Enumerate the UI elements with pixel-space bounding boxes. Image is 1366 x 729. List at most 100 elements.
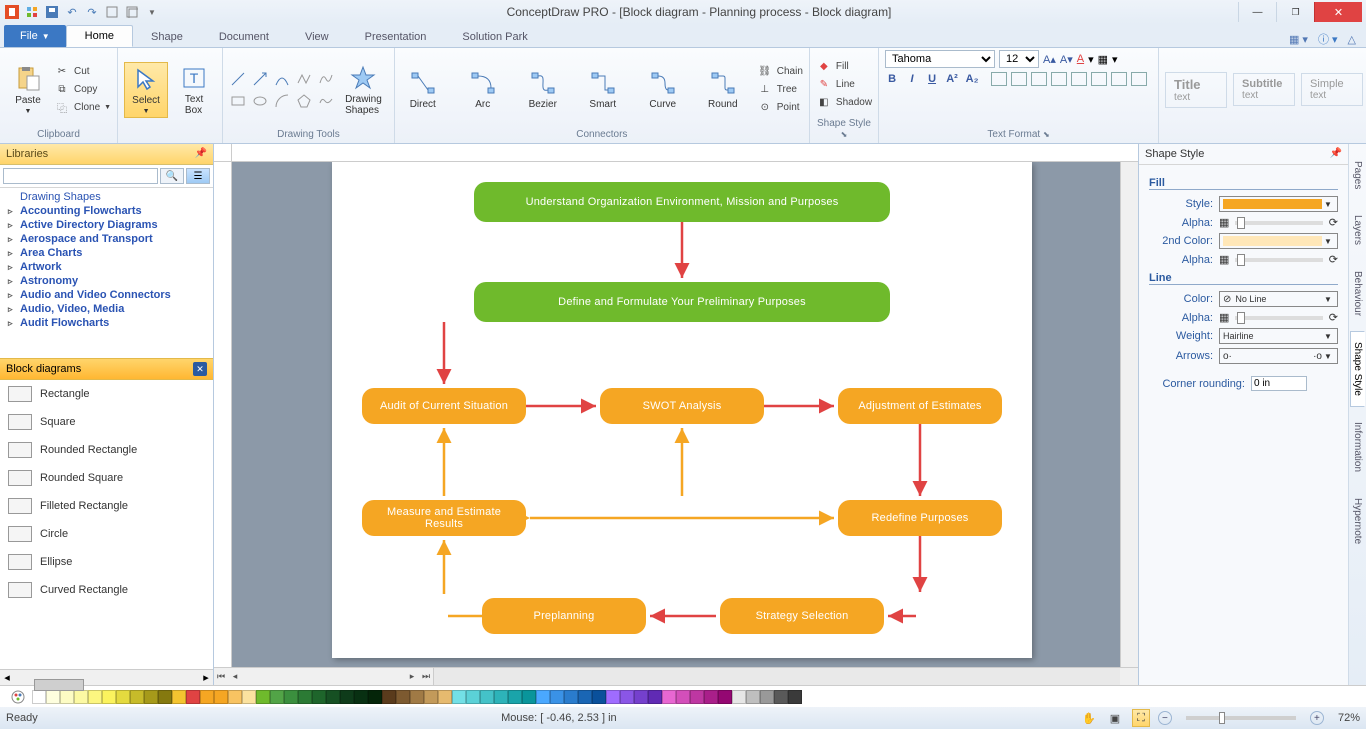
shape-library-item[interactable]: Filleted Rectangle (0, 492, 213, 520)
palette-color[interactable] (466, 690, 480, 704)
palette-color[interactable] (438, 690, 452, 704)
shadow-button[interactable]: ◧Shadow (816, 94, 872, 110)
library-tree-item[interactable]: Aerospace and Transport (0, 232, 213, 246)
palette-color[interactable] (732, 690, 746, 704)
point-button[interactable]: ⊙Point (757, 100, 803, 116)
align-justify-button[interactable] (1051, 72, 1067, 86)
palette-color[interactable] (242, 690, 256, 704)
palette-color[interactable] (494, 690, 508, 704)
diagram-block[interactable]: Redefine Purposes (838, 500, 1002, 536)
library-tree-item[interactable]: Area Charts (0, 246, 213, 260)
library-tree-item[interactable]: Active Directory Diagrams (0, 218, 213, 232)
align-left-button[interactable] (991, 72, 1007, 86)
palette-color[interactable] (774, 690, 788, 704)
reset-icon[interactable]: ⟳ (1329, 253, 1338, 266)
collapse-ribbon-icon[interactable]: △ (1348, 33, 1356, 46)
home-tab[interactable]: Home (66, 25, 133, 47)
palette-color[interactable] (410, 690, 424, 704)
bezier-connector-button[interactable]: Bezier (521, 67, 565, 112)
diagram-block[interactable]: Preplanning (482, 598, 646, 634)
underline-button[interactable]: U (925, 73, 939, 85)
polygon-tool-icon[interactable] (295, 92, 313, 110)
library-tree-item[interactable]: Audio and Video Connectors (0, 288, 213, 302)
palette-color[interactable] (676, 690, 690, 704)
palette-color[interactable] (396, 690, 410, 704)
library-tree-item[interactable]: Accounting Flowcharts (0, 204, 213, 218)
font-color-icon[interactable]: A (1077, 53, 1084, 65)
solution-tab[interactable]: Solution Park (444, 27, 545, 47)
title-text-style[interactable]: Titletext (1165, 72, 1227, 108)
palette-color[interactable] (270, 690, 284, 704)
palette-color[interactable] (508, 690, 522, 704)
reset-icon[interactable]: ⟳ (1329, 216, 1338, 229)
palette-color[interactable] (228, 690, 242, 704)
diagram-block[interactable]: Adjustment of Estimates (838, 388, 1002, 424)
superscript-button[interactable]: A² (945, 73, 959, 85)
first-page-icon[interactable]: ⏮ (214, 671, 228, 682)
curve-tool-icon[interactable] (273, 70, 291, 88)
palette-color[interactable] (326, 690, 340, 704)
qat-icon[interactable] (24, 4, 40, 20)
redo-icon[interactable]: ↷ (84, 4, 100, 20)
palette-color[interactable] (522, 690, 536, 704)
minimize-button[interactable] (1238, 2, 1276, 22)
paste-button[interactable]: Paste ▼ (6, 63, 50, 117)
shape-library-item[interactable]: Rectangle (0, 380, 213, 408)
spline-tool-icon[interactable] (317, 70, 335, 88)
drawing-shapes-button[interactable]: Drawing Shapes (339, 62, 388, 118)
diagram-block[interactable]: Understand Organization Environment, Mis… (474, 182, 890, 222)
palette-color[interactable] (564, 690, 578, 704)
v-scrollbar[interactable] (1120, 162, 1138, 667)
palette-color[interactable] (158, 690, 172, 704)
palette-color[interactable] (480, 690, 494, 704)
palette-color[interactable] (32, 690, 46, 704)
next-page-icon[interactable]: ▸ (405, 671, 419, 682)
maximize-button[interactable]: ❐ (1276, 2, 1314, 22)
palette-color[interactable] (130, 690, 144, 704)
diagram-block[interactable]: Strategy Selection (720, 598, 884, 634)
library-tree-item[interactable]: Astronomy (0, 274, 213, 288)
arrow-tool-icon[interactable] (251, 70, 269, 88)
rect-tool-icon[interactable] (229, 92, 247, 110)
palette-color[interactable] (312, 690, 326, 704)
library-tree[interactable]: Drawing ShapesAccounting FlowchartsActiv… (0, 188, 213, 358)
qat-icon[interactable] (104, 4, 120, 20)
decrease-font-icon[interactable]: A▾ (1060, 53, 1073, 66)
smart-connector-button[interactable]: Smart (581, 67, 625, 112)
align-dist-button[interactable] (1131, 72, 1147, 86)
palette-color[interactable] (606, 690, 620, 704)
diagram-block[interactable]: Define and Formulate Your Preliminary Pu… (474, 282, 890, 322)
palette-color[interactable] (662, 690, 676, 704)
palette-color[interactable] (340, 690, 354, 704)
fill-alpha-slider[interactable] (1235, 221, 1322, 225)
palette-color[interactable] (704, 690, 718, 704)
line-color-swatch[interactable]: ⊘No Line▼ (1219, 291, 1338, 307)
palette-color[interactable] (144, 690, 158, 704)
canvas[interactable]: Understand Organization Environment, Mis… (232, 162, 1120, 667)
align-right-button[interactable] (1031, 72, 1047, 86)
line-weight-select[interactable]: Hairline▼ (1219, 328, 1338, 344)
palette-color[interactable] (592, 690, 606, 704)
align-middle-button[interactable] (1091, 72, 1107, 86)
ellipse-tool-icon[interactable] (251, 92, 269, 110)
document-tab[interactable]: Document (201, 27, 287, 47)
presentation-tab[interactable]: Presentation (347, 27, 445, 47)
palette-color[interactable] (186, 690, 200, 704)
library-search-input[interactable] (3, 168, 158, 184)
shape-library-item[interactable]: Ellipse (0, 548, 213, 576)
shape-tab[interactable]: Shape (133, 27, 201, 47)
close-library-icon[interactable]: ✕ (193, 362, 207, 376)
palette-color[interactable] (690, 690, 704, 704)
zoom-in-button[interactable]: + (1310, 711, 1324, 725)
bold-button[interactable]: B (885, 73, 899, 85)
arc-tool-icon[interactable] (273, 92, 291, 110)
undo-icon[interactable]: ↶ (64, 4, 80, 20)
library-tree-item[interactable]: Drawing Shapes (0, 190, 213, 204)
right-tab-shape-style[interactable]: Shape Style (1350, 331, 1365, 407)
palette-color[interactable] (214, 690, 228, 704)
page[interactable]: Understand Organization Environment, Mis… (332, 162, 1032, 658)
align-center-button[interactable] (1011, 72, 1027, 86)
subtitle-text-style[interactable]: Subtitletext (1233, 73, 1295, 106)
right-tab-layers[interactable]: Layers (1350, 204, 1365, 256)
qat-icon[interactable] (124, 4, 140, 20)
